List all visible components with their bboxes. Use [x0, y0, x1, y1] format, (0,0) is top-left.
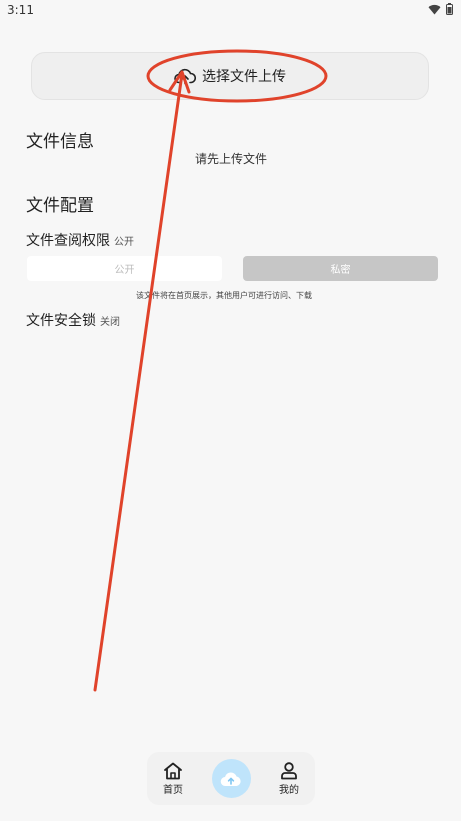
- home-icon: [164, 762, 182, 779]
- permission-row: 文件查阅权限 公开: [26, 230, 134, 250]
- status-time: 3:11: [7, 3, 34, 17]
- permission-value: 公开: [114, 237, 134, 248]
- upload-label: 选择文件上传: [202, 69, 286, 85]
- annotation-arrow-line: [93, 72, 184, 692]
- file-info-title: 文件信息: [26, 132, 94, 152]
- security-lock-row[interactable]: 文件安全锁 关闭: [26, 310, 120, 330]
- nav-upload[interactable]: [211, 759, 251, 798]
- select-file-upload-button[interactable]: 选择文件上传: [31, 52, 429, 100]
- permission-hint: 该文件将在首页展示，其他用户可进行访问、下载: [136, 291, 312, 300]
- annotation-overlay: [93, 49, 328, 692]
- file-info-placeholder: 请先上传文件: [195, 152, 268, 166]
- cloud-upload-icon: [174, 68, 196, 85]
- security-lock-value: 关闭: [100, 317, 120, 328]
- nav-home-label: 首页: [163, 784, 183, 796]
- user-icon: [281, 761, 297, 779]
- permission-label: 文件查阅权限: [26, 233, 110, 249]
- permission-public-button[interactable]: 公开: [27, 256, 222, 281]
- nav-home[interactable]: 首页: [163, 762, 183, 796]
- status-icons: [428, 3, 453, 15]
- nav-mine[interactable]: 我的: [279, 761, 299, 796]
- bottom-nav: 首页 我的: [147, 752, 315, 805]
- battery-icon: [446, 3, 453, 15]
- security-lock-label: 文件安全锁: [26, 313, 96, 329]
- file-config-title: 文件配置: [26, 196, 94, 216]
- status-bar: 3:11: [0, 0, 461, 22]
- nav-mine-label: 我的: [279, 784, 299, 796]
- permission-private-button[interactable]: 私密: [243, 256, 438, 281]
- wifi-icon: [428, 4, 441, 15]
- cloud-upload-icon: [220, 771, 241, 786]
